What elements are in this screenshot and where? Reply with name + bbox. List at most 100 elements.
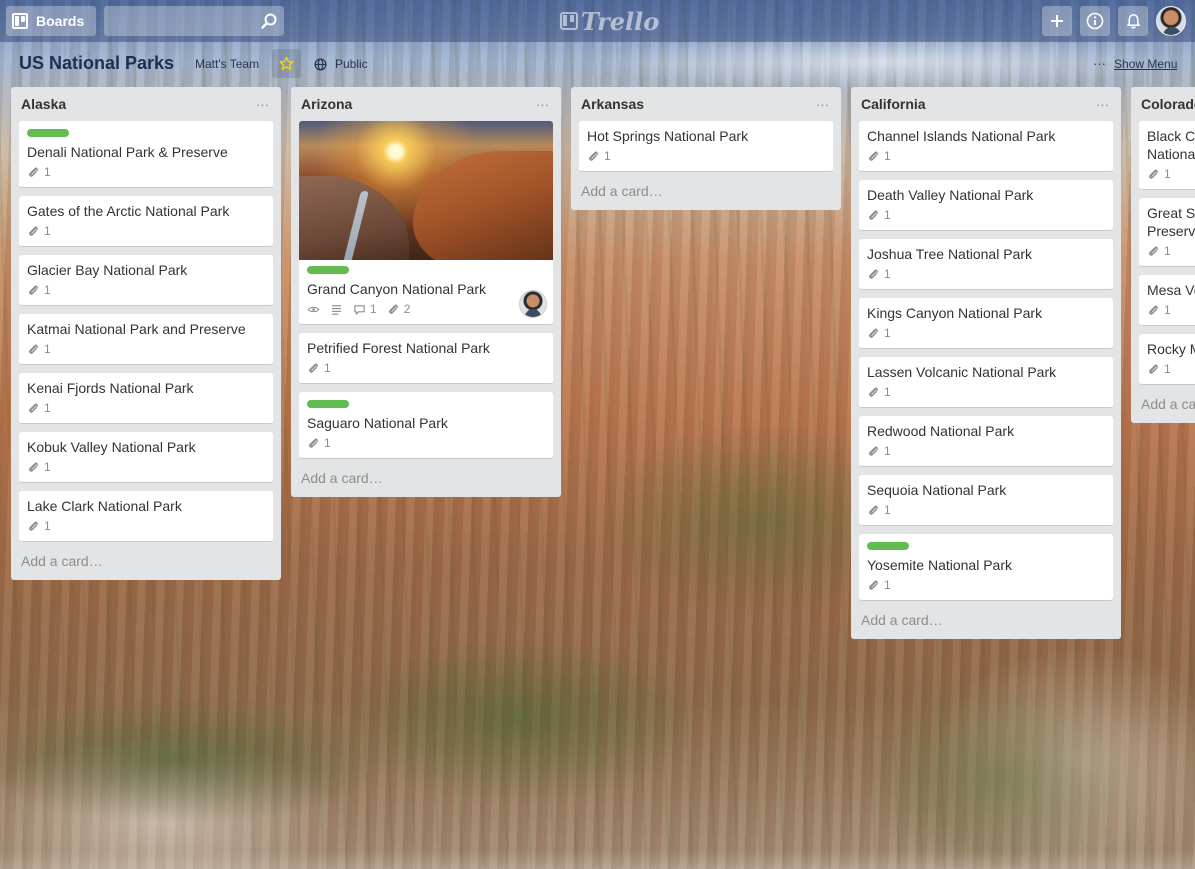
list-title[interactable]: Arkansas (581, 96, 644, 112)
attachments-badge: 1 (307, 361, 331, 375)
card-title: Lake Clark National Park (27, 498, 182, 514)
trello-logo[interactable]: Trello (560, 6, 659, 36)
card[interactable]: Death Valley National Park 1 (859, 180, 1113, 231)
attachments-badge: 1 (1147, 303, 1171, 317)
plus-icon (1051, 15, 1063, 27)
attachments-badge: 1 (867, 149, 891, 163)
paperclip-icon (1149, 169, 1158, 179)
card[interactable]: Lassen Volcanic National Park 1 (859, 357, 1113, 408)
card-badges: 1 (867, 263, 1105, 285)
list-title[interactable]: California (861, 96, 926, 112)
add-card-button[interactable]: Add a card… (19, 550, 273, 572)
card[interactable]: Great Sand Dunes National Park and Prese… (1139, 198, 1195, 267)
attachments-badge: 1 (27, 460, 51, 474)
card[interactable]: Lake Clark National Park 1 (19, 491, 273, 542)
attachments-badge: 1 (867, 385, 891, 399)
star-button[interactable] (272, 49, 301, 78)
attachments-badge: 1 (1147, 244, 1171, 258)
card[interactable]: Mesa Verde National Park 1 (1139, 275, 1195, 326)
list-title[interactable]: Colorado (1141, 96, 1195, 112)
card-member-avatar[interactable] (519, 290, 547, 318)
add-button[interactable] (1042, 6, 1072, 36)
card-title: Kenai Fjords National Park (27, 380, 194, 396)
list-menu-icon[interactable]: ··· (816, 97, 831, 112)
list-menu-icon[interactable]: ··· (536, 97, 551, 112)
card-badges: 1 (1147, 299, 1195, 321)
bell-icon (1126, 13, 1140, 28)
search-input[interactable] (104, 6, 284, 36)
card[interactable]: Katmai National Park and Preserve 1 (19, 314, 273, 365)
attachments-badge: 1 (587, 149, 611, 163)
add-card-button[interactable]: Add a card… (299, 467, 553, 489)
visibility-button[interactable]: Public (314, 57, 368, 71)
card-badges: 1 (27, 515, 265, 537)
card-badges: 1 (27, 161, 265, 183)
attachments-count: 1 (44, 342, 51, 356)
card-badges: 1 (867, 204, 1105, 226)
card-label-green[interactable] (307, 400, 349, 408)
card-badges: 1 (587, 145, 825, 167)
card[interactable]: Kings Canyon National Park 1 (859, 298, 1113, 349)
list-title[interactable]: Arizona (301, 96, 352, 112)
paperclip-icon (869, 580, 878, 590)
trello-logo-icon (560, 12, 578, 30)
card-label-green[interactable] (307, 266, 349, 274)
menu-dots-icon[interactable]: ··· (1093, 56, 1106, 71)
add-card-button[interactable]: Add a card… (579, 180, 833, 202)
paperclip-icon (309, 438, 318, 448)
card[interactable]: Hot Springs National Park 1 (579, 121, 833, 172)
info-button[interactable] (1080, 6, 1110, 36)
card[interactable]: Denali National Park & Preserve 1 (19, 121, 273, 188)
card[interactable]: Sequoia National Park 1 (859, 475, 1113, 526)
card-badges: 1 (867, 499, 1105, 521)
paperclip-icon (388, 304, 398, 314)
search-icon[interactable] (260, 12, 278, 30)
paperclip-icon (869, 151, 878, 161)
card[interactable]: Grand Canyon National Park 1 2 (299, 121, 553, 325)
card-label-green[interactable] (27, 129, 69, 137)
card-badges: 1 (27, 456, 265, 478)
boards-button[interactable]: Boards (6, 6, 96, 36)
board-title[interactable]: US National Parks (19, 53, 174, 74)
card[interactable]: Kenai Fjords National Park 1 (19, 373, 273, 424)
list-header: Alaska ··· (19, 87, 273, 121)
attachments-count: 1 (884, 578, 891, 592)
card-badges: 1 (27, 279, 265, 301)
attachments-count: 1 (884, 385, 891, 399)
horizontal-scrollbar[interactable] (0, 851, 1195, 869)
list-menu-icon[interactable]: ··· (1096, 97, 1111, 112)
list-header: Arizona ··· (299, 87, 553, 121)
attachments-badge: 1 (1147, 362, 1171, 376)
card[interactable]: Joshua Tree National Park 1 (859, 239, 1113, 290)
card-title: Channel Islands National Park (867, 128, 1056, 144)
paperclip-icon (29, 462, 38, 472)
card-title: Mesa Verde National Park (1147, 282, 1195, 298)
add-card-button[interactable]: Add a card… (1139, 393, 1195, 415)
card[interactable]: Petrified Forest National Park 1 (299, 333, 553, 384)
card-title: Denali National Park & Preserve (27, 144, 228, 160)
add-card-button[interactable]: Add a card… (859, 609, 1113, 631)
attachments-count: 1 (1164, 362, 1171, 376)
card-title: Joshua Tree National Park (867, 246, 1032, 262)
card[interactable]: Kobuk Valley National Park 1 (19, 432, 273, 483)
team-link[interactable]: Matt's Team (195, 57, 259, 71)
card[interactable]: Glacier Bay National Park 1 (19, 255, 273, 306)
card[interactable]: Yosemite National Park 1 (859, 534, 1113, 601)
notifications-button[interactable] (1118, 6, 1148, 36)
card-title: Kings Canyon National Park (867, 305, 1043, 321)
show-menu-link[interactable]: Show Menu (1114, 57, 1177, 71)
card[interactable]: Black Canyon of the Gunnison National Pa… (1139, 121, 1195, 190)
card-badges: 12 (307, 298, 545, 320)
list-title[interactable]: Alaska (21, 96, 66, 112)
paperclip-icon (869, 446, 878, 456)
list-menu-icon[interactable]: ··· (256, 97, 271, 112)
card-badges: 1 (307, 432, 545, 454)
user-avatar[interactable] (1156, 6, 1186, 36)
card[interactable]: Channel Islands National Park 1 (859, 121, 1113, 172)
list-colorado: Colorado··· Black Canyon of the Gunnison … (1131, 87, 1195, 423)
card[interactable]: Redwood National Park 1 (859, 416, 1113, 467)
card[interactable]: Saguaro National Park 1 (299, 392, 553, 459)
card[interactable]: Gates of the Arctic National Park 1 (19, 196, 273, 247)
card-label-green[interactable] (867, 542, 909, 550)
card[interactable]: Rocky Mountain National Park 1 (1139, 334, 1195, 385)
